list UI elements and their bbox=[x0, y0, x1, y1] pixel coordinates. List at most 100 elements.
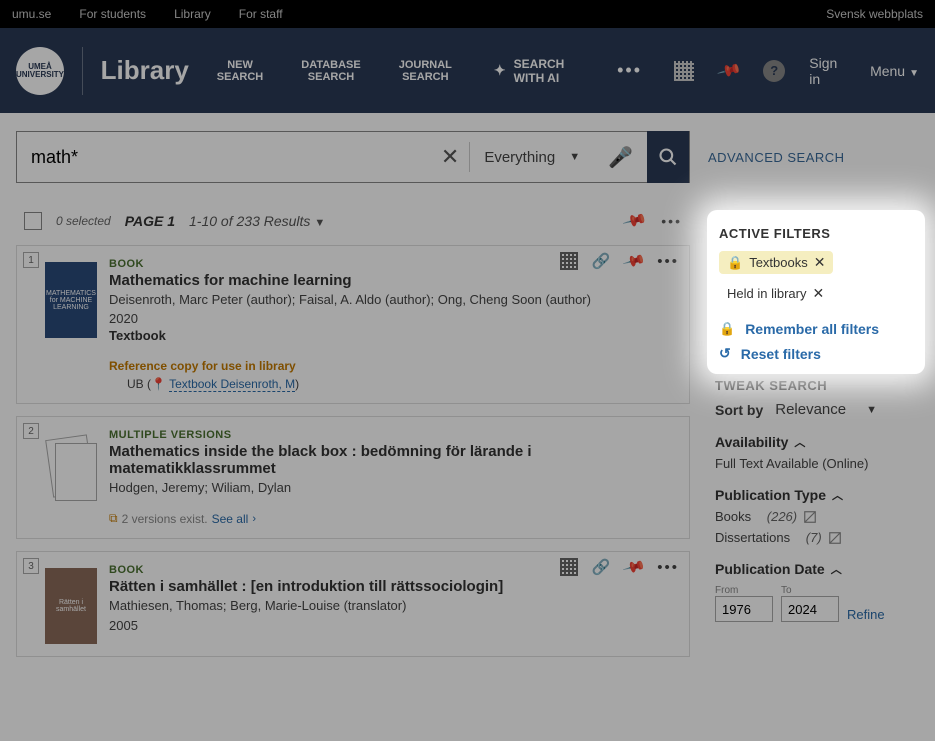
more-actions-icon[interactable]: ••• bbox=[657, 559, 679, 576]
versions-row: ⧉ 2 versions exist. See all › bbox=[109, 511, 677, 526]
reset-icon: ↺ bbox=[719, 345, 731, 362]
date-from-input[interactable] bbox=[715, 596, 773, 622]
help-icon[interactable]: ? bbox=[763, 59, 785, 83]
advanced-search-link[interactable]: ADVANCED SEARCH bbox=[708, 150, 845, 165]
search-button[interactable] bbox=[647, 131, 689, 183]
result-authors: Mathiesen, Thomas; Berg, Marie-Louise (t… bbox=[109, 597, 677, 615]
more-actions-icon[interactable]: ••• bbox=[661, 213, 682, 229]
magnifier-icon bbox=[658, 147, 678, 167]
clear-search-icon[interactable]: ✕ bbox=[431, 144, 469, 170]
from-label: From bbox=[715, 585, 773, 596]
result-year: 2020 bbox=[109, 311, 677, 326]
sort-by-label: Sort by bbox=[715, 402, 763, 418]
exclude-icon[interactable] bbox=[803, 510, 817, 524]
result-number: 1 bbox=[23, 252, 39, 268]
select-all-checkbox[interactable] bbox=[24, 212, 42, 230]
sort-dropdown[interactable]: Relevance ▼ bbox=[775, 401, 877, 418]
result-number: 2 bbox=[23, 423, 39, 439]
voice-search-icon[interactable]: 🎤 bbox=[594, 145, 647, 170]
main-header: UMEÅ UNIVERSITY Library NEWSEARCH DATABA… bbox=[0, 28, 935, 113]
refine-button[interactable]: Refine bbox=[847, 607, 885, 622]
qr-icon[interactable] bbox=[674, 59, 695, 83]
pin-icon[interactable]: 📌 bbox=[621, 555, 646, 580]
chevron-right-icon: › bbox=[252, 513, 256, 525]
chevron-up-icon: ︿ bbox=[831, 561, 842, 577]
active-filters-panel: ACTIVE FILTERS 🔒 Textbooks ✕ Held in lib… bbox=[707, 210, 925, 374]
tweak-search-heading: TWEAK SEARCH bbox=[715, 378, 917, 393]
filter-chip-textbooks[interactable]: 🔒 Textbooks ✕ bbox=[719, 251, 833, 274]
nav-search-with-ai[interactable]: ✦ SEARCH WITH AI bbox=[480, 57, 585, 85]
nav-new-search[interactable]: NEWSEARCH bbox=[207, 59, 273, 83]
result-type: MULTIPLE VERSIONS bbox=[109, 429, 677, 441]
university-logo[interactable]: UMEÅ UNIVERSITY bbox=[16, 47, 64, 95]
reset-filters-button[interactable]: ↺ Reset filters bbox=[719, 345, 913, 362]
search-input[interactable] bbox=[17, 147, 431, 168]
exclude-icon[interactable] bbox=[828, 531, 842, 545]
results-header: 0 selected PAGE 1 1-10 of 233 Results ▼ … bbox=[16, 191, 690, 245]
facet-publication-date[interactable]: Publication Date ︿ bbox=[715, 561, 917, 577]
page-indicator: PAGE 1 bbox=[125, 213, 175, 229]
result-authors: Hodgen, Jeremy; Wiliam, Dylan bbox=[109, 479, 677, 497]
nav-database-search[interactable]: DATABASESEARCH bbox=[291, 59, 370, 83]
facet-item-books[interactable]: Books (226) bbox=[715, 509, 917, 524]
pin-icon[interactable]: 📌 bbox=[621, 249, 646, 274]
topbar-link-students[interactable]: For students bbox=[79, 7, 146, 21]
versions-icon: ⧉ bbox=[109, 511, 118, 526]
lock-icon: 🔒 bbox=[719, 321, 735, 337]
qr-icon[interactable] bbox=[560, 558, 578, 576]
to-label: To bbox=[781, 585, 839, 596]
reference-copy-label: Reference copy for use in library bbox=[109, 359, 677, 373]
shelf-location: UB (📍 Textbook Deisenroth, M) bbox=[127, 377, 677, 391]
nav-journal-search[interactable]: JOURNALSEARCH bbox=[389, 59, 462, 83]
nav-more[interactable]: ••• bbox=[603, 60, 656, 81]
chevron-down-icon: ▼ bbox=[569, 151, 580, 163]
site-title[interactable]: Library bbox=[101, 55, 189, 86]
chevron-up-icon: ︿ bbox=[794, 434, 805, 450]
permalink-icon[interactable]: 🔗 bbox=[592, 558, 611, 576]
chevron-down-icon: ▼ bbox=[314, 217, 325, 229]
tweak-search-panel: TWEAK SEARCH Sort by Relevance ▼ Availab… bbox=[715, 378, 917, 622]
result-card: 3 Rätten i samhället BOOK Rätten i samhä… bbox=[16, 551, 690, 657]
results-range[interactable]: 1-10 of 233 Results ▼ bbox=[189, 213, 325, 229]
topbar-link-umu[interactable]: umu.se bbox=[12, 7, 51, 21]
permalink-icon[interactable]: 🔗 bbox=[592, 252, 611, 270]
language-switch[interactable]: Svensk webbplats bbox=[826, 7, 923, 21]
result-authors: Deisenroth, Marc Peter (author); Faisal,… bbox=[109, 291, 677, 309]
location-pin-icon: 📍 bbox=[151, 377, 166, 391]
result-title[interactable]: Rätten i samhället : [en introduktion ti… bbox=[109, 578, 677, 595]
result-year: 2005 bbox=[109, 618, 677, 633]
date-to-input[interactable] bbox=[781, 596, 839, 622]
menu-button[interactable]: Menu▼ bbox=[870, 63, 919, 79]
result-title[interactable]: Mathematics inside the black box : bedöm… bbox=[109, 443, 677, 477]
chevron-up-icon: ︿ bbox=[832, 487, 843, 503]
remember-all-filters-button[interactable]: 🔒 Remember all filters bbox=[719, 321, 913, 337]
topbar-link-staff[interactable]: For staff bbox=[239, 7, 283, 21]
result-thumbnail-multi[interactable] bbox=[45, 433, 97, 509]
chevron-down-icon: ▼ bbox=[909, 68, 919, 79]
sign-in-button[interactable]: Sign in bbox=[809, 55, 846, 87]
result-thumbnail[interactable]: MATHEMATICS for MACHINE LEARNING bbox=[45, 262, 97, 338]
remove-filter-icon[interactable]: ✕ bbox=[814, 254, 826, 271]
facet-item-dissertations[interactable]: Dissertations (7) bbox=[715, 530, 917, 545]
result-title[interactable]: Mathematics for machine learning bbox=[109, 272, 677, 289]
facet-publication-type[interactable]: Publication Type ︿ bbox=[715, 487, 917, 503]
filter-chip-held-in-library[interactable]: Held in library ✕ bbox=[719, 282, 832, 305]
search-box: ✕ Everything ▼ 🎤 bbox=[16, 131, 690, 183]
facet-availability[interactable]: Availability ︿ bbox=[715, 434, 917, 450]
pin-icon[interactable]: 📌 bbox=[622, 207, 649, 234]
result-number: 3 bbox=[23, 558, 39, 574]
search-scope-dropdown[interactable]: Everything ▼ bbox=[470, 149, 594, 166]
facet-item-fulltext[interactable]: Full Text Available (Online) bbox=[715, 456, 917, 471]
lock-icon: 🔒 bbox=[727, 255, 743, 271]
shelf-link[interactable]: Textbook Deisenroth, M bbox=[169, 377, 295, 392]
more-actions-icon[interactable]: ••• bbox=[657, 253, 679, 270]
divider bbox=[82, 47, 83, 95]
qr-icon[interactable] bbox=[560, 252, 578, 270]
remove-filter-icon[interactable]: ✕ bbox=[812, 285, 824, 302]
top-utility-bar: umu.se For students Library For staff Sv… bbox=[0, 0, 935, 28]
see-all-link[interactable]: See all bbox=[212, 512, 249, 526]
result-thumbnail[interactable]: Rätten i samhället bbox=[45, 568, 97, 644]
active-filters-heading: ACTIVE FILTERS bbox=[719, 226, 913, 241]
pin-icon[interactable]: 📌 bbox=[714, 55, 744, 86]
topbar-link-library[interactable]: Library bbox=[174, 7, 211, 21]
